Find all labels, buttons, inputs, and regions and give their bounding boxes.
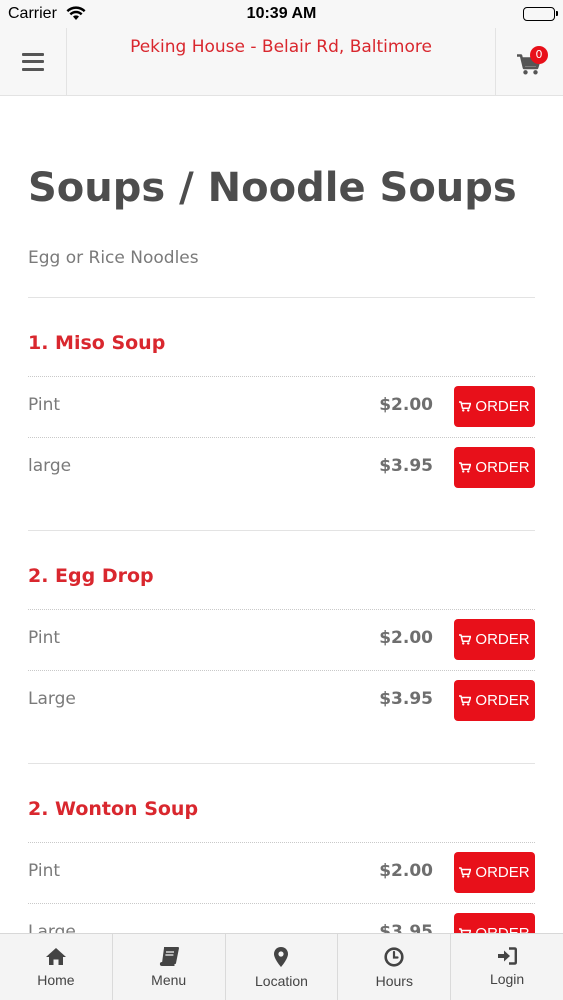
tab-label: Login [489, 971, 525, 987]
price-option-row: Pint $2.00 ORDER [28, 843, 535, 903]
cart-icon [459, 462, 472, 473]
book-icon [159, 947, 179, 966]
menu-item: 1. Miso Soup Pint $2.00 ORDER large $3.9… [28, 298, 535, 531]
cart-button[interactable]: 0 [495, 28, 563, 95]
home-icon [45, 948, 66, 965]
price-option-row: Large $3.95 ORDER [28, 670, 535, 731]
section-description: Egg or Rice Noodles [28, 248, 199, 268]
menu-item: 2. Egg Drop Pint $2.00 ORDER Large $3.95… [28, 531, 535, 764]
order-button[interactable]: ORDER [454, 619, 535, 660]
price-label: $2.00 [379, 395, 433, 415]
order-button-label: ORDER [475, 864, 530, 881]
order-button[interactable]: ORDER [454, 447, 535, 488]
tab-label: Location [255, 973, 308, 989]
tab-label: Hours [375, 973, 413, 989]
menu-item-name: 1. Miso Soup [28, 332, 166, 354]
tab-hours[interactable]: Hours [338, 934, 452, 1000]
order-button-label: ORDER [475, 692, 530, 709]
menu-button[interactable] [0, 28, 67, 95]
size-label: large [28, 456, 72, 476]
size-label: Pint [28, 395, 61, 415]
cart-count-badge: 0 [530, 46, 548, 64]
price-label: $2.00 [379, 628, 433, 648]
menu-content: Soups / Noodle Soups Egg or Rice Noodles… [28, 96, 535, 964]
order-button-label: ORDER [475, 631, 530, 648]
sign-in-icon [498, 947, 518, 965]
order-button-label: ORDER [475, 398, 530, 415]
cart-icon [459, 401, 472, 412]
menu-item-name: 2. Wonton Soup [28, 798, 199, 820]
status-bar: Carrier 10:39 AM [0, 0, 563, 28]
hamburger-icon [22, 52, 44, 71]
tab-label: Menu [151, 972, 187, 988]
app-header: Peking House - Belair Rd, Baltimore 0 [0, 28, 563, 96]
tab-home[interactable]: Home [0, 934, 113, 1000]
order-button[interactable]: ORDER [454, 680, 535, 721]
page-title: Soups / Noodle Soups [28, 165, 517, 211]
bottom-tab-bar: Home Menu Location Hours Login [0, 933, 563, 1000]
price-option-row: large $3.95 ORDER [28, 437, 535, 498]
size-label: Large [28, 689, 76, 709]
size-label: Pint [28, 628, 61, 648]
price-option-row: Pint $2.00 ORDER [28, 377, 535, 437]
price-label: $2.00 [379, 861, 433, 881]
cart-icon [459, 867, 472, 878]
size-label: Pint [28, 861, 61, 881]
cart-icon [459, 634, 472, 645]
tab-login[interactable]: Login [451, 934, 563, 1000]
order-button[interactable]: ORDER [454, 852, 535, 893]
map-pin-icon [274, 947, 289, 967]
cart-icon [459, 695, 472, 706]
tab-location[interactable]: Location [226, 934, 339, 1000]
restaurant-title: Peking House - Belair Rd, Baltimore [130, 37, 432, 57]
price-label: $3.95 [379, 689, 433, 709]
tab-menu[interactable]: Menu [113, 934, 226, 1000]
battery-icon [523, 7, 558, 21]
clock-time: 10:39 AM [246, 5, 317, 22]
order-button[interactable]: ORDER [454, 386, 535, 427]
order-button-label: ORDER [475, 459, 530, 476]
clock-icon [384, 947, 404, 967]
tab-label: Home [37, 972, 75, 988]
price-label: $3.95 [379, 456, 433, 476]
price-option-row: Pint $2.00 ORDER [28, 610, 535, 670]
menu-item-name: 2. Egg Drop [28, 565, 154, 587]
